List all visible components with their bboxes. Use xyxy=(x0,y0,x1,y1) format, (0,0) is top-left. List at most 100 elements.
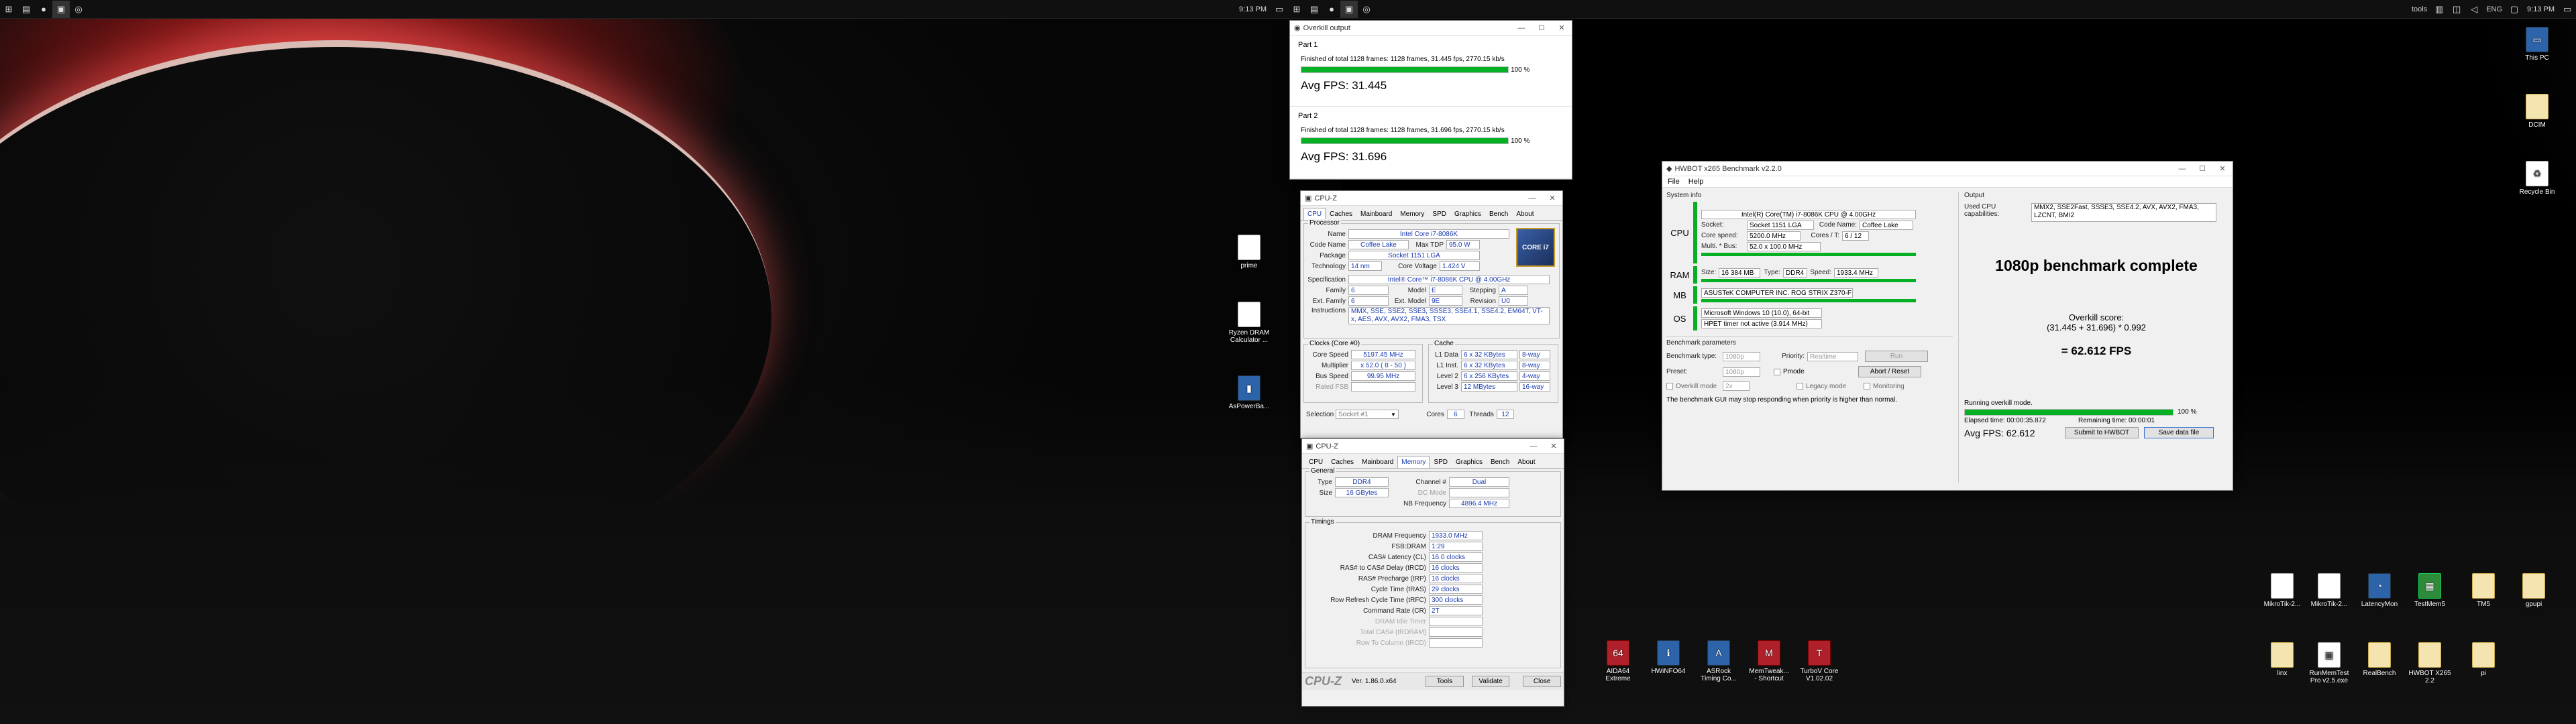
hwbot-titlebar[interactable]: ◆ HWBOT x265 Benchmark v2.2.0 — ☐ ✕ xyxy=(1662,162,2233,176)
desktop-icon-gpupi[interactable]: gpupi xyxy=(2512,573,2555,608)
close-cpuz-button[interactable]: Close xyxy=(1523,676,1561,687)
desktop-icon-runmemtest[interactable]: ▣ RunMemTest Pro v2.5.exe xyxy=(2308,642,2351,684)
tab-mainboard[interactable]: Mainboard xyxy=(1358,456,1397,468)
desktop-icon-this-pc[interactable]: ▭ This PC xyxy=(2516,27,2559,62)
minimize-button[interactable]: — xyxy=(1523,442,1544,450)
desktop-icon-asrock-timing[interactable]: A ASRock Timing Co... xyxy=(1697,640,1740,682)
close-button[interactable]: ✕ xyxy=(1552,23,1572,32)
pmode-checkbox[interactable] xyxy=(1774,368,1780,375)
submit-to-hwbot-button[interactable]: Submit to HWBOT xyxy=(2065,427,2139,438)
cpuz-taskbar-icon-2[interactable]: ▣ xyxy=(1340,0,1358,18)
desktop-icon-hwinfo64[interactable]: ℹ HWiNFO64 xyxy=(1647,640,1690,675)
cpuz-titlebar[interactable]: ▣ CPU-Z — ✕ xyxy=(1302,439,1564,454)
close-button[interactable]: ✕ xyxy=(1542,194,1562,202)
minimize-button[interactable]: — xyxy=(1522,194,1542,202)
close-button[interactable]: ✕ xyxy=(2212,164,2233,173)
desktop-icon-linx[interactable]: linx xyxy=(2261,642,2304,677)
tab-about[interactable]: About xyxy=(1513,456,1539,468)
os-label: OS xyxy=(1673,313,1686,324)
desktop-icon-hwbot-x265[interactable]: HWBOT X265 2.2 xyxy=(2408,642,2451,684)
chevron-down-icon[interactable]: ▼ xyxy=(1391,412,1396,418)
desktop-icon-memtweak[interactable]: M MemTweak... - Shortcut xyxy=(1748,640,1790,682)
tab-bench[interactable]: Bench xyxy=(1485,208,1512,220)
clock-left[interactable]: 9:13 PM xyxy=(1235,5,1271,13)
file-explorer-icon[interactable]: ▤ xyxy=(17,1,35,18)
tools-button[interactable]: Tools xyxy=(1426,676,1464,687)
menu-help[interactable]: Help xyxy=(1688,178,1704,186)
desktop-icon-aida64[interactable]: 64 AIDA64 Extreme xyxy=(1597,640,1640,682)
app-taskbar-icon[interactable]: ◎ xyxy=(70,1,87,18)
desktop-icon-tm5[interactable]: TM5 xyxy=(2462,573,2505,608)
part-title: Part 2 xyxy=(1298,112,1318,120)
cpuz-titlebar[interactable]: ▣ CPU-Z — ✕ xyxy=(1301,191,1562,206)
network-icon[interactable]: ◫ xyxy=(2448,1,2465,18)
desktop-icon-mikrotik-1[interactable]: MikroTik-2... xyxy=(2261,573,2304,608)
menu-file[interactable]: File xyxy=(1668,178,1680,186)
tray-app-icon[interactable]: ▢ xyxy=(2506,1,2523,18)
tab-bench[interactable]: Bench xyxy=(1487,456,1513,468)
start-icon[interactable]: ⊞ xyxy=(0,1,17,18)
tray-icon[interactable]: ▥ xyxy=(2430,1,2448,18)
desktop-icon-turbov[interactable]: T TurboV Core V1.02.02 xyxy=(1798,640,1841,682)
maximize-button[interactable]: ☐ xyxy=(1532,23,1552,32)
close-button[interactable]: ✕ xyxy=(1544,442,1564,450)
tab-spd[interactable]: SPD xyxy=(1428,208,1450,220)
chrome-icon-2[interactable]: ● xyxy=(1323,1,1340,18)
tab-caches[interactable]: Caches xyxy=(1327,456,1358,468)
timing-row: RAS# Precharge (tRP) 16 clocks xyxy=(1308,574,1558,583)
tab-spd[interactable]: SPD xyxy=(1430,456,1452,468)
volume-icon[interactable]: ◁ xyxy=(2465,1,2483,18)
tab-graphics[interactable]: Graphics xyxy=(1452,456,1487,468)
socket-select[interactable]: Socket #1 xyxy=(1336,410,1399,419)
tab-about[interactable]: About xyxy=(1512,208,1538,220)
desktop-icon-aspowerbar[interactable]: ▮ AsPowerBa... xyxy=(1228,375,1271,410)
start-icon-2[interactable]: ⊞ xyxy=(1288,1,1305,18)
overkill-count-select[interactable]: 2x xyxy=(1723,381,1750,391)
minimize-button[interactable]: — xyxy=(2172,165,2192,173)
window-title: CPU-Z xyxy=(1316,442,1339,450)
save-data-file-button[interactable]: Save data file xyxy=(2144,427,2214,438)
tab-memory[interactable]: Memory xyxy=(1397,456,1430,468)
desktop-icon-prime[interactable]: prime xyxy=(1228,235,1271,269)
tab-mainboard[interactable]: Mainboard xyxy=(1356,208,1396,220)
desktop-icon-dcim[interactable]: DCIM xyxy=(2516,94,2559,129)
desktop-icon-ryzen[interactable]: Ryzen DRAM Calculator ... xyxy=(1228,302,1271,344)
tab-graphics[interactable]: Graphics xyxy=(1450,208,1485,220)
cache-group: Cache L1 Data 6 x 32 KBytes 8-way L1 Inst.… xyxy=(1428,340,1558,403)
desktop-icon-realbench[interactable]: RealBench xyxy=(2358,642,2401,677)
clock-right[interactable]: 9:13 PM xyxy=(2523,5,2559,13)
tab-cpu[interactable]: CPU xyxy=(1303,208,1326,220)
desktop-icon-recycle-bin[interactable]: ♻ Recycle Bin xyxy=(2516,161,2559,196)
notification-icon[interactable]: ▭ xyxy=(1271,1,1288,18)
minimize-button[interactable]: — xyxy=(1511,24,1532,32)
desktop-icon-mikrotik-2[interactable]: MikroTik-2... xyxy=(2308,573,2351,608)
run-button[interactable]: Run xyxy=(1865,351,1928,362)
maximize-button[interactable]: ☐ xyxy=(2192,164,2212,173)
benchmark-type-select[interactable]: 1080p xyxy=(1723,351,1760,361)
notification-icon-2[interactable]: ▭ xyxy=(2559,1,2576,18)
priority-select[interactable]: Realtime xyxy=(1807,351,1858,361)
desktop-icon-testmem5[interactable]: ▦ TestMem5 xyxy=(2408,573,2451,608)
toolbar-label[interactable]: tools xyxy=(2408,5,2430,13)
language-indicator[interactable]: ENG xyxy=(2483,5,2506,13)
desktop-icon-latencymon[interactable]: ◔ LatencyMon xyxy=(2358,573,2401,608)
legacy-checkbox[interactable] xyxy=(1796,383,1803,389)
tab-memory[interactable]: Memory xyxy=(1396,208,1428,220)
overkill-checkbox[interactable] xyxy=(1666,383,1673,389)
tab-caches[interactable]: Caches xyxy=(1326,208,1356,220)
chrome-icon[interactable]: ● xyxy=(35,1,52,18)
cpuz-tabs: CPU Caches Mainboard Memory SPD Graphics… xyxy=(1302,454,1564,469)
app-taskbar-icon-2[interactable]: ◎ xyxy=(1358,1,1375,18)
validate-button[interactable]: Validate xyxy=(1471,676,1510,687)
cpuz-icon: ▣ xyxy=(1305,194,1312,202)
file-explorer-icon-2[interactable]: ▤ xyxy=(1305,1,1323,18)
cpuz-taskbar-icon[interactable]: ▣ xyxy=(52,0,70,18)
memtweak-icon: M xyxy=(1758,640,1780,666)
overkill-titlebar[interactable]: ◉ Overkill output — ☐ ✕ xyxy=(1290,21,1572,36)
tab-cpu[interactable]: CPU xyxy=(1305,456,1327,468)
abort-reset-button[interactable]: Abort / Reset xyxy=(1858,366,1921,377)
desktop-icon-pi[interactable]: pi xyxy=(2462,642,2505,677)
preset-select[interactable]: 1080p xyxy=(1723,367,1760,377)
asrock-icon: A xyxy=(1707,640,1730,666)
monitoring-checkbox[interactable] xyxy=(1864,383,1870,389)
